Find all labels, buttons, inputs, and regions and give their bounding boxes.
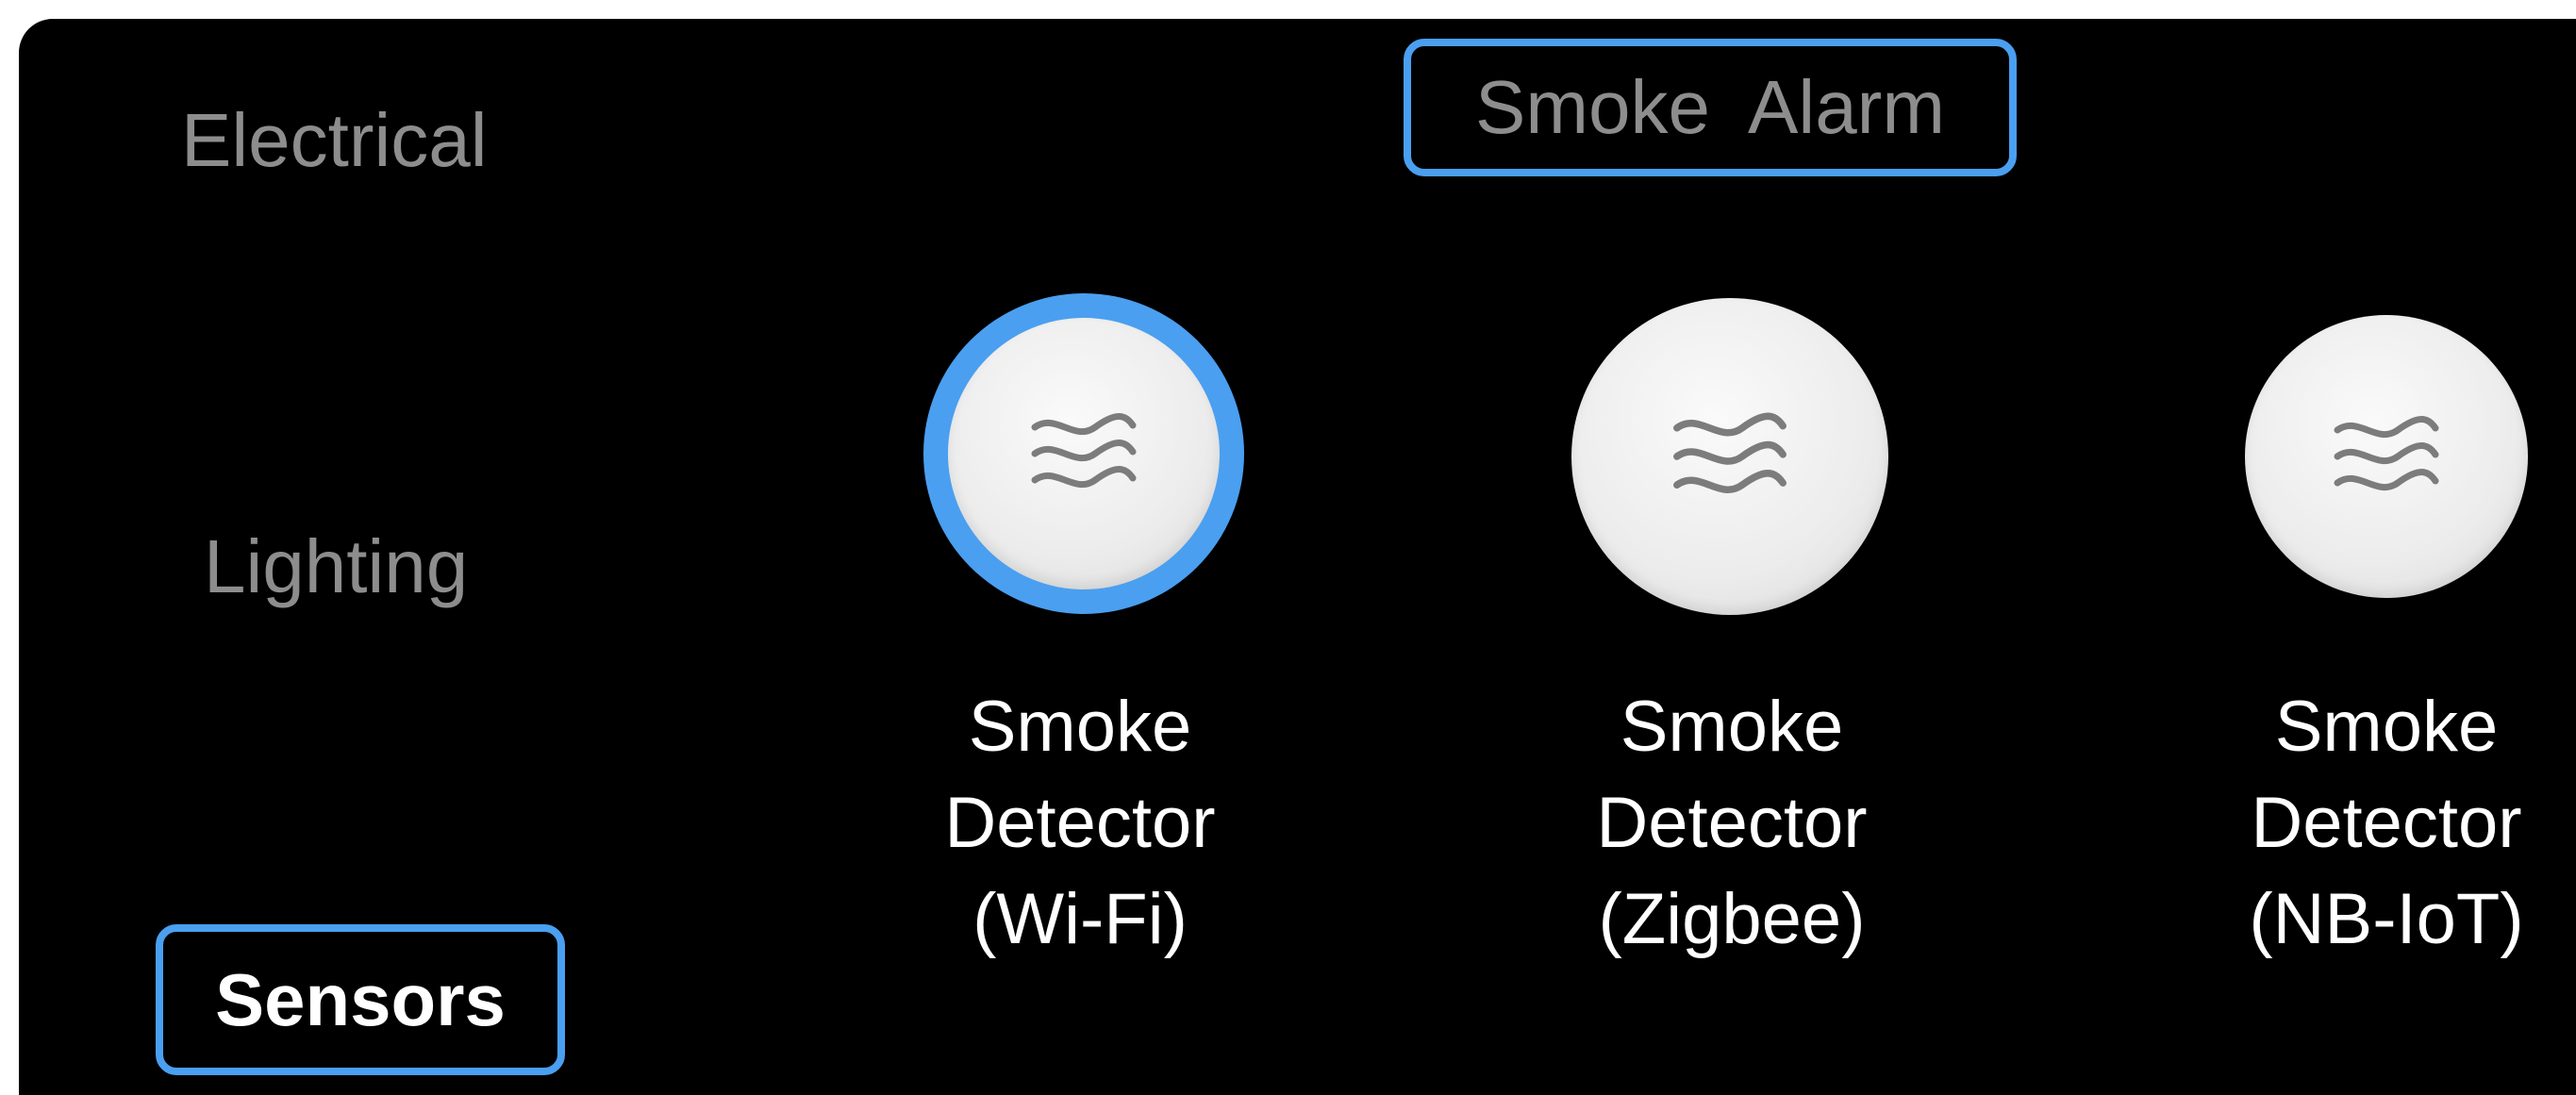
device-label-line3: (Zigbee) — [1598, 879, 1866, 959]
smoke-waves-icon — [2334, 416, 2439, 491]
device-label-line1: Smoke — [2274, 687, 2499, 767]
device-label: Smoke Detector (Wi-Fi) — [816, 679, 1344, 968]
device-label: Smoke Detector (Zigbee) — [1468, 679, 1996, 968]
device-picker-screen: Electrical Lighting Sensors Smoke Alarm … — [19, 19, 2576, 1095]
device-label-line3: (NB-IoT) — [2249, 879, 2524, 959]
device-label-line3: (Wi-Fi) — [972, 879, 1188, 959]
smoke-waves-icon — [1031, 413, 1137, 489]
device-smoke-detector-nbiot[interactable]: Smoke Detector (NB-IoT) — [2122, 19, 2576, 1095]
device-smoke-detector-zigbee[interactable]: Smoke Detector (Zigbee) — [1468, 19, 1996, 1095]
device-label-line1: Smoke — [968, 687, 1192, 767]
device-smoke-detector-wifi[interactable]: Smoke Detector (Wi-Fi) — [816, 19, 1344, 1095]
device-label-line2: Detector — [2251, 783, 2522, 863]
device-label-line2: Detector — [944, 783, 1216, 863]
device-label-line1: Smoke — [1620, 687, 1844, 767]
device-label: Smoke Detector (NB-IoT) — [2122, 679, 2576, 968]
smoke-waves-icon — [1673, 412, 1787, 493]
device-label-line2: Detector — [1596, 783, 1868, 863]
category-electrical[interactable]: Electrical — [181, 103, 488, 178]
device-icon-disc[interactable] — [2245, 315, 2528, 598]
category-sensors-label: Sensors — [215, 957, 506, 1041]
category-lighting[interactable]: Lighting — [204, 529, 468, 605]
device-icon-disc[interactable] — [1571, 298, 1888, 615]
device-icon-disc[interactable] — [948, 318, 1220, 589]
category-sensors[interactable]: Sensors — [156, 924, 565, 1075]
